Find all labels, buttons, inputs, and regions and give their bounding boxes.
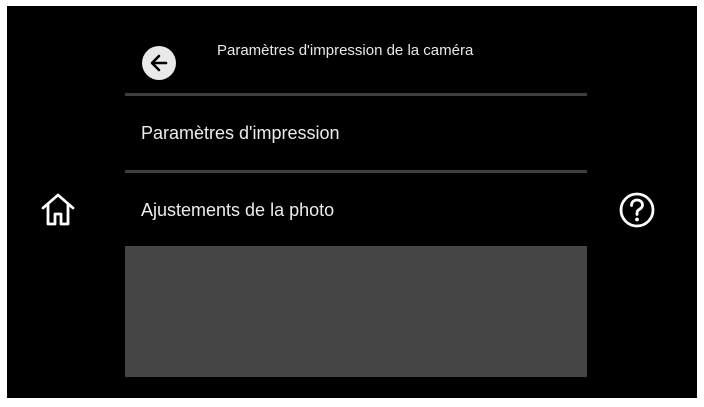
help-icon: [619, 192, 655, 228]
help-button[interactable]: [615, 188, 659, 232]
menu-item-print-settings[interactable]: Paramètres d'impression: [125, 96, 587, 170]
menu-item-photo-adjustments[interactable]: Ajustements de la photo: [125, 173, 587, 247]
back-button[interactable]: [142, 46, 176, 80]
printer-screen: Paramètres d'impression de la caméra Par…: [7, 6, 697, 398]
arrow-left-icon: [150, 54, 168, 72]
menu-item-label: Ajustements de la photo: [141, 199, 335, 220]
empty-list-area: [125, 246, 587, 377]
home-button[interactable]: [36, 187, 80, 231]
menu-item-label: Paramètres d'impression: [141, 122, 340, 143]
page-title: Paramètres d'impression de la caméra: [217, 42, 474, 59]
home-icon: [41, 193, 75, 226]
